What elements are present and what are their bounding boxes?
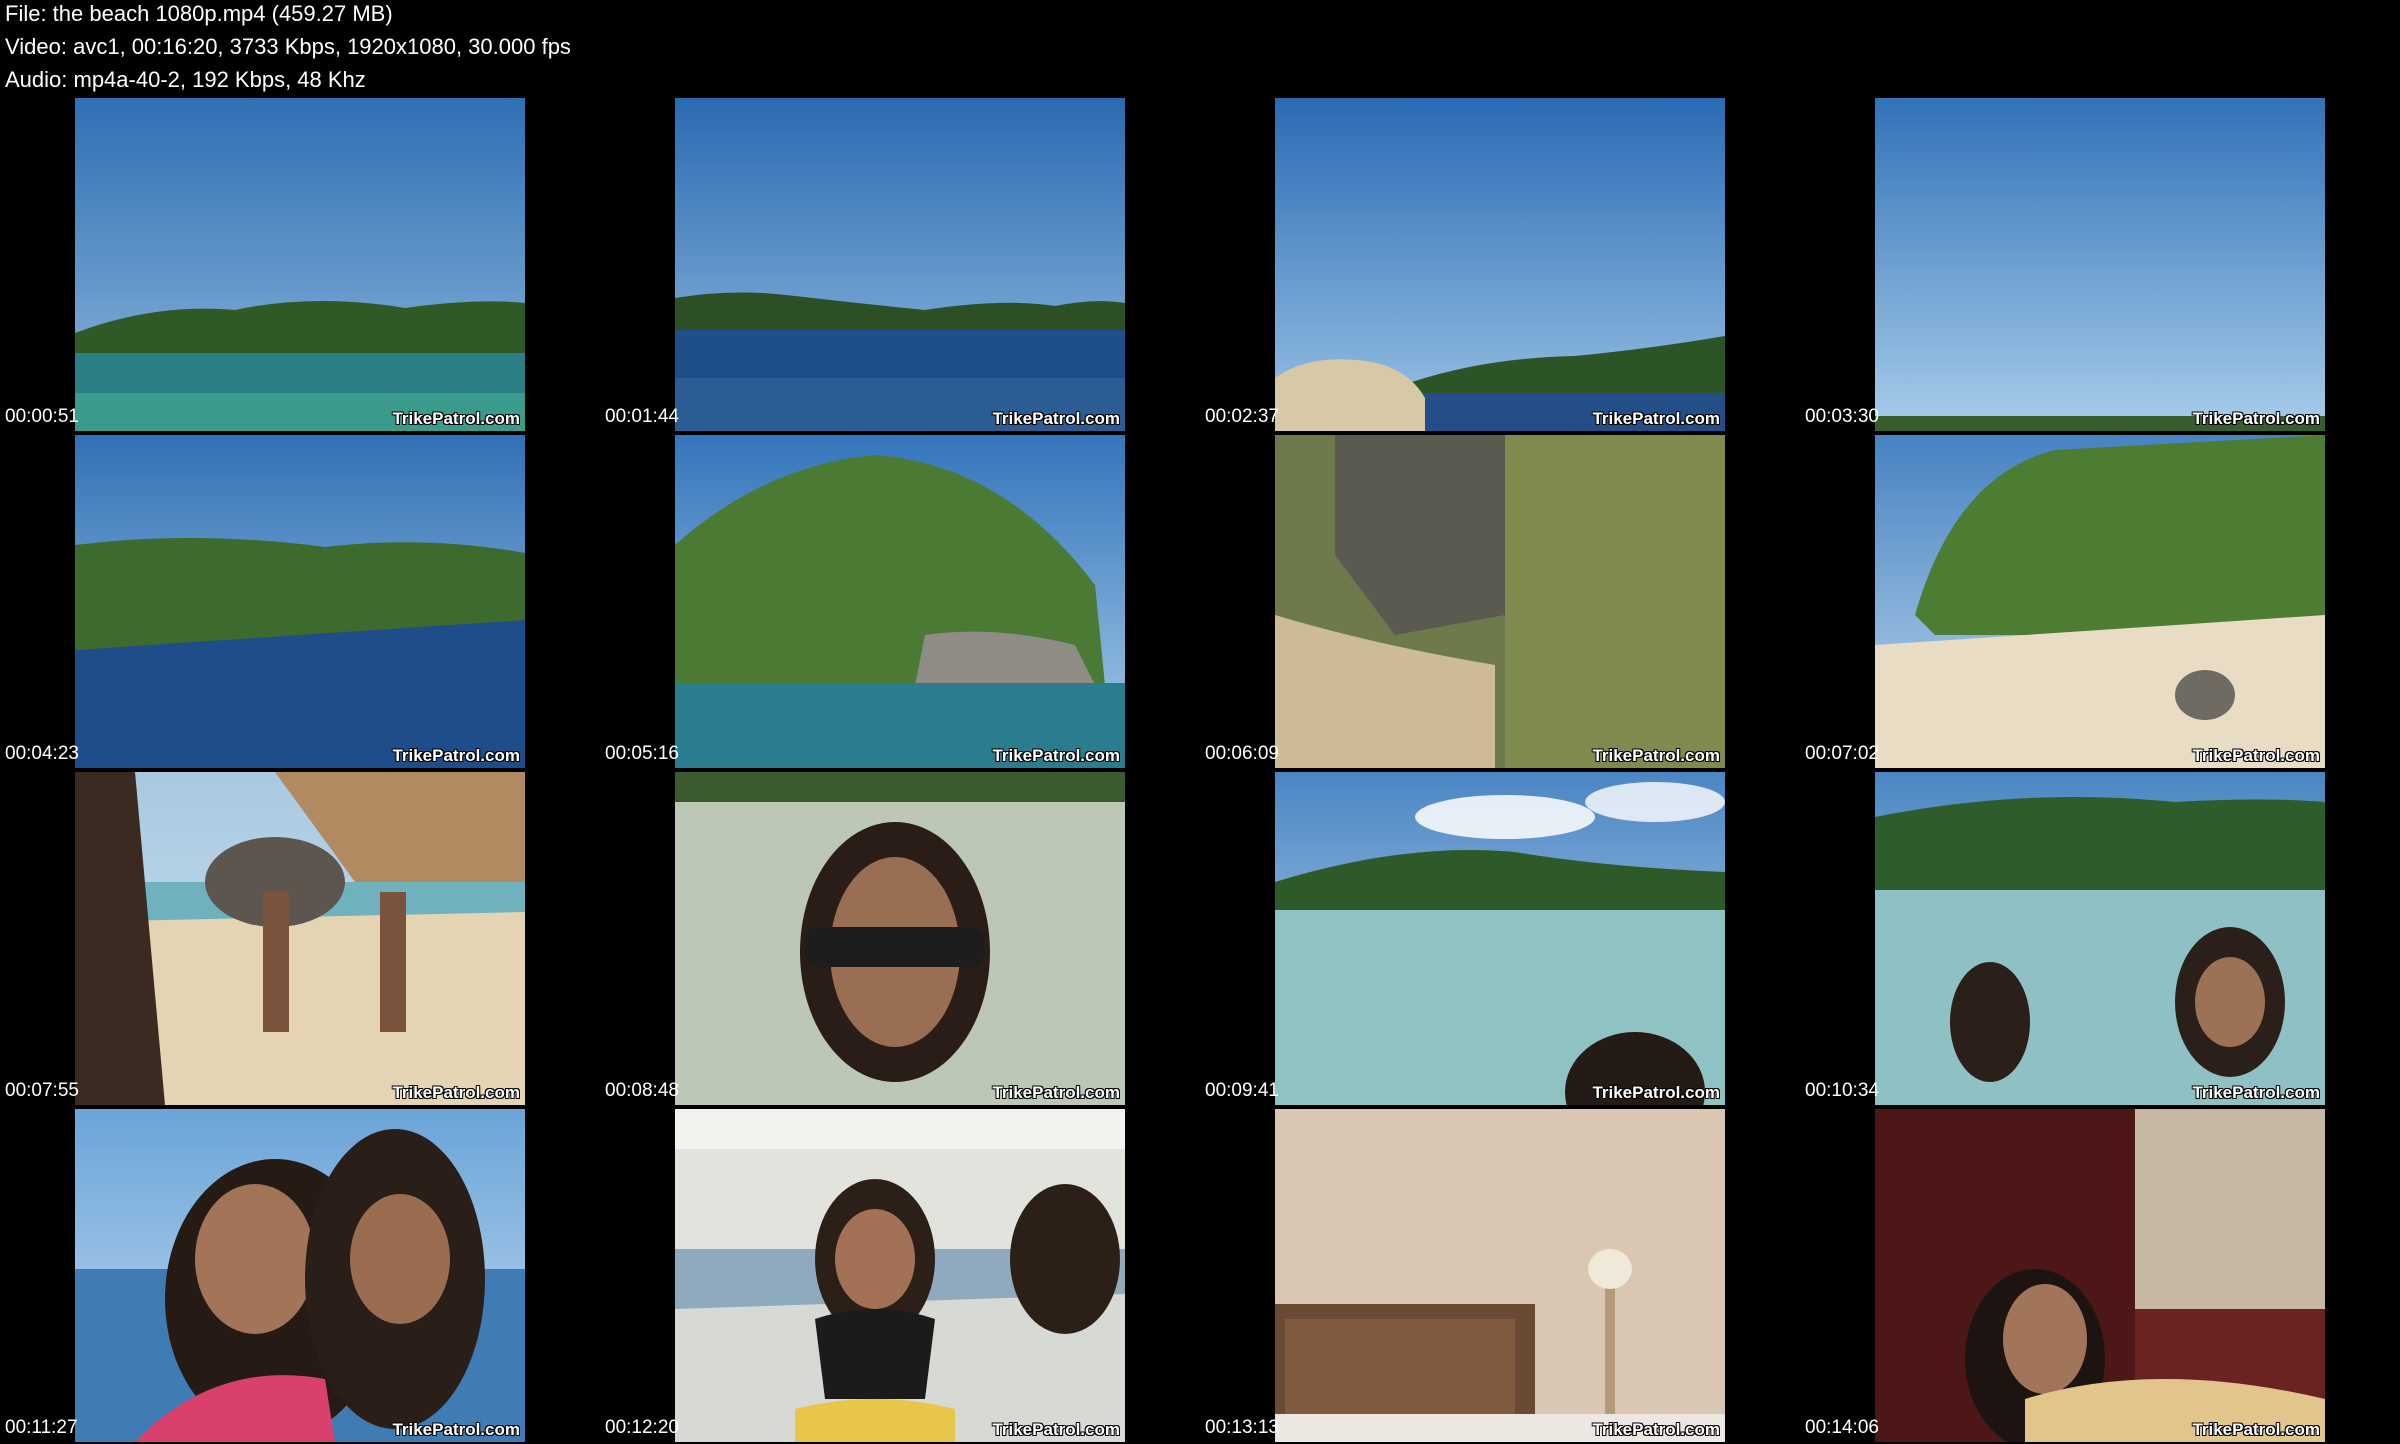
frame-timestamp: 00:03:30 — [1805, 406, 1879, 427]
watermark-text: TrikePatrol.com — [1592, 409, 1720, 428]
thumbnail-cell: TrikePatrol.com 00:07:02 — [1800, 435, 2400, 772]
watermark-text: TrikePatrol.com — [2192, 409, 2320, 428]
thumbnail-cell: TrikePatrol.com 00:09:41 — [1200, 772, 1800, 1109]
frame-timestamp: 00:07:02 — [1805, 743, 1879, 764]
watermark-text: TrikePatrol.com — [392, 1420, 520, 1439]
frame-timestamp: 00:01:44 — [605, 406, 679, 427]
frame-timestamp: 00:08:48 — [605, 1080, 679, 1101]
thumbnail-cell: TrikePatrol.com 00:04:23 — [0, 435, 600, 772]
thumbnail-cell: TrikePatrol.com 00:00:51 — [0, 98, 600, 435]
video-frame-thumbnail: TrikePatrol.com — [1875, 435, 2325, 768]
thumbnail-cell: TrikePatrol.com 00:05:16 — [600, 435, 1200, 772]
video-frame-thumbnail: TrikePatrol.com — [75, 772, 525, 1105]
video-frame-thumbnail: TrikePatrol.com — [1875, 98, 2325, 431]
frame-timestamp: 00:13:13 — [1205, 1417, 1279, 1438]
video-info-line: Video: avc1, 00:16:20, 3733 Kbps, 1920x1… — [5, 34, 571, 59]
video-frame-thumbnail: TrikePatrol.com — [675, 435, 1125, 768]
watermark-text: TrikePatrol.com — [992, 1083, 1120, 1102]
frame-timestamp: 00:11:27 — [5, 1417, 78, 1438]
thumbnail-cell: TrikePatrol.com 00:11:27 — [0, 1109, 600, 1444]
thumbnail-cell: TrikePatrol.com 00:08:48 — [600, 772, 1200, 1109]
thumbnail-cell: TrikePatrol.com 00:10:34 — [1800, 772, 2400, 1109]
watermark-text: TrikePatrol.com — [1592, 746, 1720, 765]
frame-timestamp: 00:14:06 — [1805, 1417, 1879, 1438]
watermark-text: TrikePatrol.com — [2192, 746, 2320, 765]
video-frame-thumbnail: TrikePatrol.com — [75, 1109, 525, 1442]
thumbnail-cell: TrikePatrol.com 00:03:30 — [1800, 98, 2400, 435]
file-info-line: File: the beach 1080p.mp4 (459.27 MB) — [5, 1, 393, 26]
video-frame-thumbnail: TrikePatrol.com — [75, 98, 525, 431]
video-frame-thumbnail: TrikePatrol.com — [75, 435, 525, 768]
watermark-text: TrikePatrol.com — [1592, 1420, 1720, 1439]
thumbnail-cell: TrikePatrol.com 00:01:44 — [600, 98, 1200, 435]
watermark-text: TrikePatrol.com — [2192, 1083, 2320, 1102]
thumbnail-cell: TrikePatrol.com 00:14:06 — [1800, 1109, 2400, 1444]
watermark-text: TrikePatrol.com — [392, 409, 520, 428]
video-frame-thumbnail: TrikePatrol.com — [675, 772, 1125, 1105]
watermark-text: TrikePatrol.com — [2192, 1420, 2320, 1439]
frame-timestamp: 00:12:20 — [605, 1417, 679, 1438]
watermark-text: TrikePatrol.com — [392, 746, 520, 765]
thumbnail-cell: TrikePatrol.com 00:02:37 — [1200, 98, 1800, 435]
video-frame-thumbnail: TrikePatrol.com — [1875, 772, 2325, 1105]
video-frame-thumbnail: TrikePatrol.com — [1275, 772, 1725, 1105]
video-frame-thumbnail: TrikePatrol.com — [675, 1109, 1125, 1442]
watermark-text: TrikePatrol.com — [992, 409, 1120, 428]
frame-timestamp: 00:02:37 — [1205, 406, 1279, 427]
video-frame-thumbnail: TrikePatrol.com — [1275, 1109, 1725, 1442]
frame-timestamp: 00:05:16 — [605, 743, 679, 764]
video-frame-thumbnail: TrikePatrol.com — [1875, 1109, 2325, 1442]
video-frame-thumbnail: TrikePatrol.com — [675, 98, 1125, 431]
thumbnail-cell: TrikePatrol.com 00:07:55 — [0, 772, 600, 1109]
watermark-text: TrikePatrol.com — [1592, 1083, 1720, 1102]
audio-info-line: Audio: mp4a-40-2, 192 Kbps, 48 Khz — [5, 67, 366, 92]
thumbnail-cell: TrikePatrol.com 00:12:20 — [600, 1109, 1200, 1444]
contact-sheet: File: the beach 1080p.mp4 (459.27 MB) Vi… — [0, 0, 2400, 1444]
frame-timestamp: 00:06:09 — [1205, 743, 1279, 764]
watermark-text: TrikePatrol.com — [992, 1420, 1120, 1439]
thumbnail-cell: TrikePatrol.com 00:06:09 — [1200, 435, 1800, 772]
frame-timestamp: 00:04:23 — [5, 743, 79, 764]
video-frame-thumbnail: TrikePatrol.com — [1275, 435, 1725, 768]
frame-timestamp: 00:07:55 — [5, 1080, 79, 1101]
frame-timestamp: 00:09:41 — [1205, 1080, 1279, 1101]
frame-timestamp: 00:00:51 — [5, 406, 79, 427]
frame-timestamp: 00:10:34 — [1805, 1080, 1879, 1101]
watermark-text: TrikePatrol.com — [392, 1083, 520, 1102]
video-frame-thumbnail: TrikePatrol.com — [1275, 98, 1725, 431]
thumbnail-grid: TrikePatrol.com 00:00:51 TrikePatrol.com 0… — [0, 98, 2400, 1444]
watermark-text: TrikePatrol.com — [992, 746, 1120, 765]
thumbnail-cell: TrikePatrol.com 00:13:13 — [1200, 1109, 1800, 1444]
